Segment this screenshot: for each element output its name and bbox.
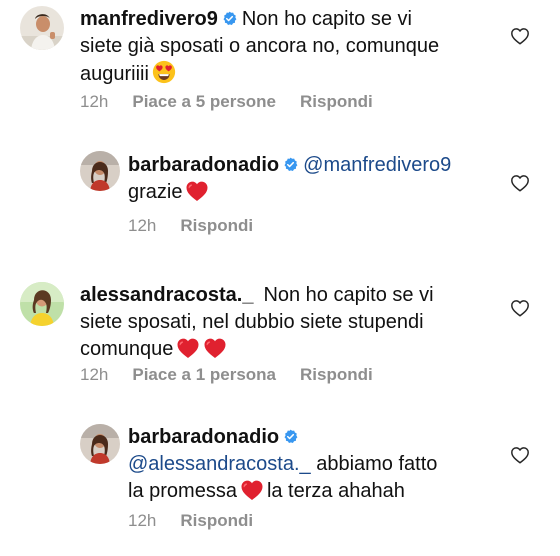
timestamp: 12h	[128, 511, 157, 530]
comment-text: comunque	[80, 338, 174, 360]
timestamp: 12h	[128, 216, 157, 235]
comment-meta: 12h Piace a 1 persona Rispondi	[80, 365, 373, 385]
comment-body: alessandracosta._ Non ho capito se vi sie…	[80, 282, 510, 363]
comment-text: grazie	[128, 181, 183, 203]
comment-body: manfredivero9 Non ho capito se vi siete g…	[80, 6, 510, 88]
verified-badge-icon	[283, 157, 298, 172]
comment-text: Non ho capito se vi	[241, 8, 412, 30]
reply-button[interactable]: Rispondi	[300, 92, 373, 111]
likes-count-link[interactable]: Piace a 1 persona	[132, 365, 276, 384]
avatar-alessandracosta[interactable]	[20, 282, 64, 326]
timestamp: 12h	[80, 365, 109, 384]
reply-button[interactable]: Rispondi	[300, 365, 373, 384]
like-heart-icon[interactable]	[510, 299, 530, 317]
reply-button[interactable]: Rispondi	[180, 511, 253, 530]
comment-text: auguriiii	[80, 63, 149, 85]
red-heart-emoji-icon	[185, 180, 209, 202]
comment-text: abbiamo fatto	[316, 453, 438, 475]
avatar-manfredivero9[interactable]	[20, 6, 64, 50]
username-link[interactable]: barbaradonadio	[128, 154, 279, 176]
like-heart-icon[interactable]	[510, 446, 530, 464]
comment-text: Non ho capito se vi	[263, 284, 434, 306]
mention-link[interactable]: @alessandracosta._	[128, 453, 311, 475]
red-heart-emoji-icon	[176, 337, 200, 359]
username-link[interactable]: alessandracosta._	[80, 284, 253, 306]
username-link[interactable]: manfredivero9	[80, 8, 218, 30]
mention-link[interactable]: @manfredivero9	[303, 154, 451, 176]
red-heart-emoji-icon	[240, 479, 264, 501]
timestamp: 12h	[80, 92, 109, 111]
comment-body: barbaradonadio @manfredivero9 grazie	[128, 152, 508, 206]
avatar-barbaradonadio[interactable]	[80, 151, 120, 191]
verified-badge-icon	[283, 429, 298, 444]
comment-body: barbaradonadio @alessandracosta._ abbiam…	[128, 424, 508, 505]
comment-text: siete sposati, nel dubbio siete stupendi	[80, 311, 424, 333]
comment-text: la promessa	[128, 480, 237, 502]
comment-text: siete già sposati o ancora no, comunque	[80, 35, 440, 57]
verified-badge-icon	[222, 11, 237, 26]
username-link[interactable]: barbaradonadio	[128, 426, 279, 448]
reply-button[interactable]: Rispondi	[180, 216, 253, 235]
comment-meta: 12h Piace a 5 persone Rispondi	[80, 92, 373, 112]
like-heart-icon[interactable]	[510, 27, 530, 45]
avatar-barbaradonadio[interactable]	[80, 424, 120, 464]
likes-count-link[interactable]: Piace a 5 persone	[132, 92, 276, 111]
comment-meta: 12h Rispondi	[128, 511, 253, 531]
comment-meta: 12h Rispondi	[128, 216, 253, 236]
like-heart-icon[interactable]	[510, 174, 530, 192]
comment-text: la terza ahahah	[266, 480, 405, 502]
heart-eyes-emoji-icon	[152, 60, 176, 84]
red-heart-emoji-icon	[203, 337, 227, 359]
